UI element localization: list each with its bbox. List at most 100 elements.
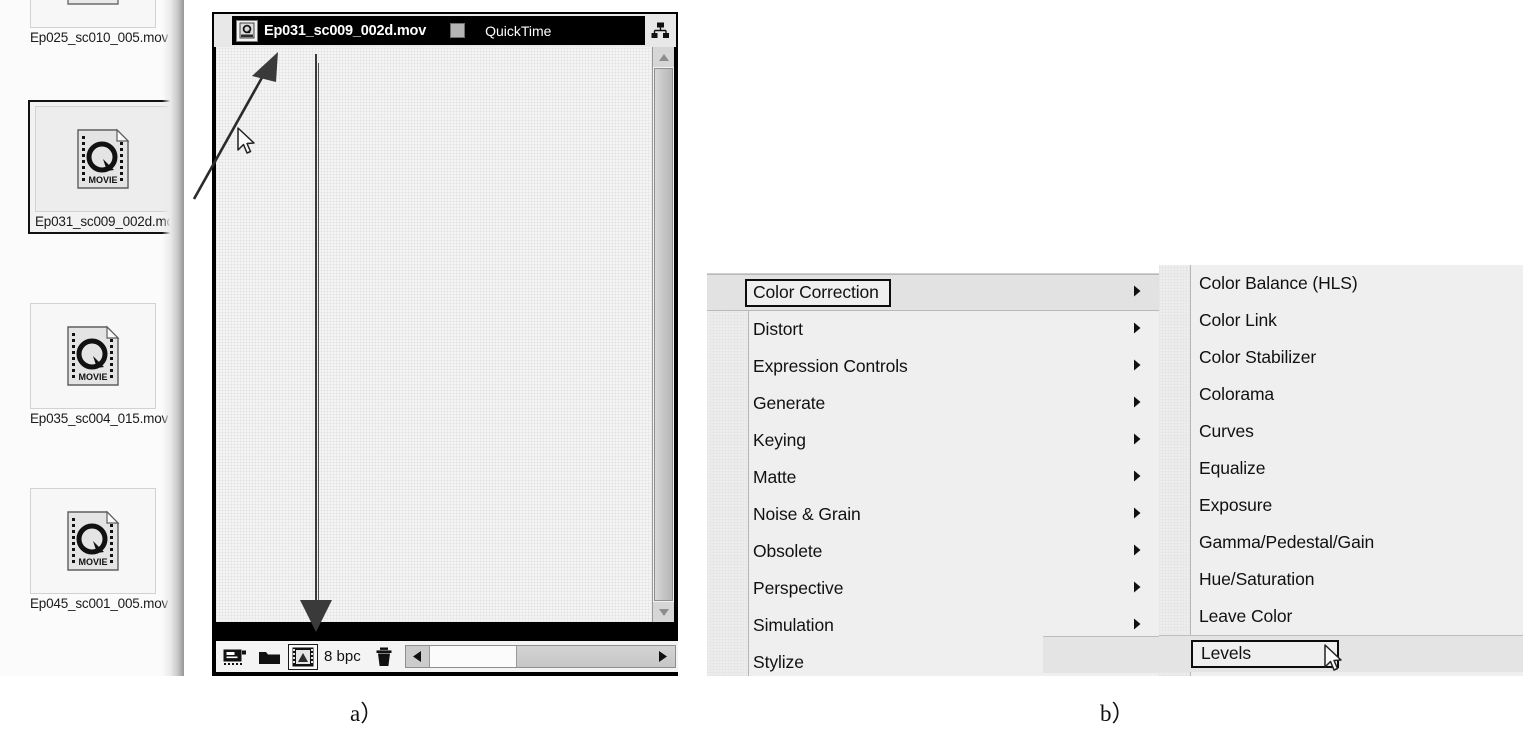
menu-item-label: Color Correction	[745, 278, 891, 307]
tab-quicktime[interactable]: QuickTime	[440, 16, 568, 45]
triangle-right-icon	[1133, 543, 1141, 561]
viewer-titlebar: Ep031_sc009_002d.mov QuickTime	[214, 14, 676, 47]
submenu-item-hue-saturation[interactable]: Hue/Saturation	[1159, 561, 1523, 598]
color-swatch-icon	[450, 23, 466, 38]
panel-b-effect-menu: Color Correction Distort Expression Cont…	[707, 265, 1523, 676]
submenu-item-color-link[interactable]: Color Link	[1159, 302, 1523, 339]
submenu-item-color-balance-hls[interactable]: Color Balance (HLS)	[1159, 265, 1523, 302]
list-item-label: Ep045_sc001_005.mov	[30, 596, 169, 611]
title-safe-icon[interactable]	[220, 644, 250, 670]
menu-item-color-correction[interactable]: Color Correction	[707, 274, 1159, 311]
triangle-right-icon	[1133, 395, 1141, 413]
viewer-bottom-toolbar: 8 bpc	[216, 641, 678, 672]
submenu-item-label: Leave Color	[1199, 606, 1293, 626]
menu-item-obsolete[interactable]: Obsolete	[707, 533, 1159, 570]
viewer-canvas[interactable]	[216, 47, 656, 622]
list-item-label: Ep025_sc010_005.mov	[30, 30, 169, 45]
triangle-up-icon[interactable]	[653, 47, 674, 67]
menu-item-label: Expression Controls	[753, 356, 908, 376]
footage-thumbnail[interactable]: MOVIE	[30, 303, 156, 409]
triangle-right-icon	[1133, 580, 1141, 598]
triangle-right-icon[interactable]	[657, 650, 668, 663]
caption-a: a）	[350, 701, 384, 726]
triangle-left-icon[interactable]	[405, 646, 430, 667]
quicktime-movie-icon	[67, 0, 119, 5]
footage-viewer-window: Ep031_sc009_002d.mov QuickTime 8 bpc	[212, 12, 678, 676]
submenu-item-label: Levels	[1191, 640, 1339, 668]
menu-item-label: Matte	[753, 467, 797, 487]
menu-item-perspective[interactable]: Perspective	[707, 570, 1159, 607]
submenu-item-label: Equalize	[1199, 458, 1266, 478]
menu-item-matte[interactable]: Matte	[707, 459, 1159, 496]
scrollbar-thumb[interactable]	[654, 68, 673, 601]
menu-item-label: Keying	[753, 430, 806, 450]
submenu-item-leave-color[interactable]: Leave Color	[1159, 598, 1523, 635]
effects-menu[interactable]: Color Correction Distort Expression Cont…	[707, 273, 1159, 676]
vertical-scrollbar[interactable]	[652, 47, 674, 622]
footage-thumbnail[interactable]: MOVIE	[30, 488, 156, 594]
menu-item-expression-controls[interactable]: Expression Controls	[707, 348, 1159, 385]
tab-active-footage[interactable]: Ep031_sc009_002d.mov	[232, 16, 441, 45]
horizontal-scrollbar[interactable]	[404, 645, 676, 668]
footage-thumbnail[interactable]: MOVIE	[35, 106, 171, 212]
panel-a-project-viewer: Ep025_sc010_005.mov MOVIE Ep031_sc009_00…	[0, 0, 678, 676]
triangle-down-icon[interactable]	[653, 602, 674, 622]
titlebar-filler	[567, 16, 644, 45]
submenu-item-gamma-pedestal-gain[interactable]: Gamma/Pedestal/Gain	[1159, 524, 1523, 561]
menu-item-generate[interactable]: Generate	[707, 385, 1159, 422]
triangle-right-icon	[1133, 469, 1141, 487]
submenu-item-label: Gamma/Pedestal/Gain	[1199, 532, 1375, 552]
canvas-guide-line	[318, 63, 319, 609]
submenu-item-label: Exposure	[1199, 495, 1273, 515]
menu-item-label: Noise & Grain	[753, 504, 861, 524]
triangle-right-icon	[1133, 284, 1141, 302]
menu-item-label: Generate	[753, 393, 826, 413]
triangle-right-icon	[1133, 432, 1141, 450]
submenu-item-label: Curves	[1199, 421, 1254, 441]
caption-b: b）	[1100, 701, 1135, 726]
triangle-right-icon	[1133, 321, 1141, 339]
svg-text:MOVIE: MOVIE	[88, 175, 117, 185]
triangle-right-icon	[1133, 358, 1141, 376]
bit-depth-label[interactable]: 8 bpc	[324, 648, 361, 665]
menu-item-label: Perspective	[753, 578, 844, 598]
submenu-item-levels[interactable]: Levels	[1043, 635, 1523, 673]
scrollbar-thumb[interactable]	[515, 646, 675, 667]
trash-icon[interactable]	[369, 644, 399, 670]
list-item[interactable]: MOVIE Ep035_sc004_015.mov	[30, 303, 168, 427]
footage-list-column[interactable]: Ep025_sc010_005.mov MOVIE Ep031_sc009_00…	[0, 0, 184, 676]
submenu-item-label: Colorama	[1199, 384, 1275, 404]
submenu-item-curves[interactable]: Curves	[1159, 413, 1523, 450]
menu-item-label: Simulation	[753, 615, 834, 635]
submenu-item-exposure[interactable]: Exposure	[1159, 487, 1523, 524]
menu-item-keying[interactable]: Keying	[707, 422, 1159, 459]
svg-text:MOVIE: MOVIE	[78, 372, 107, 382]
submenu-item-color-stabilizer[interactable]: Color Stabilizer	[1159, 339, 1523, 376]
quicktime-movie-icon: MOVIE	[67, 510, 120, 571]
triangle-right-icon	[1133, 617, 1141, 635]
list-item[interactable]: Ep025_sc010_005.mov	[30, 0, 169, 46]
submenu-item-label: Color Stabilizer	[1199, 347, 1317, 367]
flowchart-icon[interactable]	[644, 16, 676, 45]
menu-item-label: Distort	[753, 319, 803, 339]
alpha-channel-icon[interactable]	[288, 643, 318, 670]
quicktime-movie-icon	[236, 19, 258, 42]
menu-item-label: Obsolete	[753, 541, 823, 561]
scrollbar-track[interactable]	[429, 646, 516, 667]
submenu-item-colorama[interactable]: Colorama	[1159, 376, 1523, 413]
list-item-selected[interactable]: MOVIE Ep031_sc009_002d.mov	[28, 100, 181, 234]
menu-item-noise-and-grain[interactable]: Noise & Grain	[707, 496, 1159, 533]
quicktime-movie-icon: MOVIE	[77, 128, 130, 189]
submenu-hover-strip	[1043, 636, 1159, 673]
tab-quicktime-label: QuickTime	[485, 22, 552, 39]
svg-text:MOVIE: MOVIE	[78, 557, 107, 567]
menu-item-distort[interactable]: Distort	[707, 311, 1159, 348]
submenu-item-label: Hue/Saturation	[1199, 569, 1315, 589]
list-item[interactable]: MOVIE Ep045_sc001_005.mov	[30, 488, 169, 612]
region-of-interest-icon[interactable]	[254, 644, 284, 670]
color-correction-submenu[interactable]: Color Balance (HLS) Color Link Color Sta…	[1043, 265, 1523, 676]
menu-item-label: Stylize	[753, 652, 804, 672]
submenu-item-equalize[interactable]: Equalize	[1159, 450, 1523, 487]
footage-thumbnail[interactable]	[30, 0, 156, 28]
submenu-item-label: Color Balance (HLS)	[1199, 273, 1358, 293]
